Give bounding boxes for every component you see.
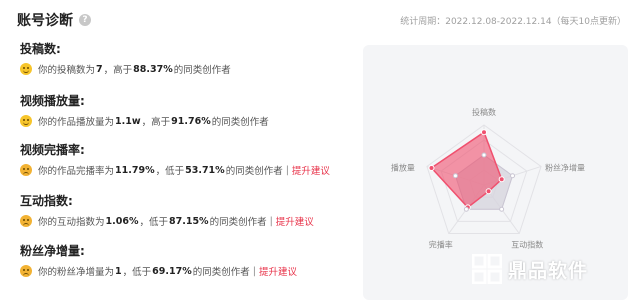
metric-name: 互动指数: (20, 194, 73, 208)
metric-name: 粉丝净增量: (20, 244, 85, 258)
metric-desc: 你的互动指数为 1.06% ，低于 87.15% 的同类创作者 | 提升建议 (20, 214, 314, 228)
metric-followers: 粉丝净增量: 你的粉丝净增量为 1 ，低于 69.17% 的同类创作者 | 提升建议 (20, 242, 297, 278)
metric-desc: 你的粉丝净增量为 1 ，低于 69.17% 的同类创作者 | 提升建议 (20, 264, 297, 278)
metric-value: 1.06% (105, 215, 139, 227)
desc-suffix: 的同类创作者 (211, 117, 269, 128)
sad-emoji-icon (20, 164, 32, 176)
desc-suffix: 的同类创作者 (225, 166, 283, 177)
improve-suggestion-link[interactable]: 提升建议 (259, 264, 297, 278)
help-icon[interactable]: ? (79, 14, 91, 26)
desc-compare: ，低于 (139, 217, 168, 228)
brand-name: 鼎品软件 (508, 259, 589, 282)
improve-suggestion-link[interactable]: 提升建议 (276, 214, 314, 228)
radar-peer-point (463, 206, 469, 212)
radar-user-point (481, 129, 487, 136)
separator: | (285, 164, 289, 176)
brand-watermark: 鼎品软件 (471, 253, 589, 285)
sad-emoji-icon (20, 215, 32, 227)
page-title-text: 账号诊断 (17, 13, 73, 29)
sad-emoji-icon (20, 265, 32, 277)
improve-suggestion-link[interactable]: 提升建议 (292, 163, 330, 177)
radar-user-point (428, 164, 435, 171)
radar-axis-label: 播放量 (391, 162, 415, 172)
desc-compare: ，高于 (141, 117, 171, 128)
happy-emoji-icon (20, 63, 32, 75)
desc-prefix: 你的粉丝净增量为 (38, 267, 115, 278)
metric-value: 7 (96, 63, 103, 75)
radar-user-point (498, 176, 505, 183)
metric-value: 1 (115, 265, 122, 277)
radar-axis-label: 完播率 (429, 240, 453, 250)
metric-posts: 投稿数: 你的投稿数为 7 ，高于 88.37% 的同类创作者 (20, 40, 231, 76)
desc-suffix: 的同类创作者 (209, 217, 267, 228)
desc-compare: ，低于 (155, 166, 185, 177)
radar-axis-label: 粉丝净增量 (545, 162, 585, 172)
radar-peer-point (481, 152, 487, 158)
radar-user-point (485, 188, 492, 195)
metric-interaction: 互动指数: 你的互动指数为 1.06% ，低于 87.15% 的同类创作者 | 提升建议 (20, 192, 314, 228)
happy-emoji-icon (20, 115, 32, 127)
metric-percentile: 88.37% (133, 63, 173, 75)
metric-value: 11.79% (115, 164, 155, 176)
metric-percentile: 69.17% (152, 265, 192, 277)
metric-views: 视频播放量: 你的作品播放量为 1.1w ，高于 91.76% 的同类创作者 (20, 92, 269, 128)
stat-period: 统计周期：2022.12.08-2022.12.14（每天10点更新） (400, 17, 626, 27)
radar-axis-label: 投稿数 (472, 107, 496, 117)
desc-suffix: 的同类创作者 (192, 267, 250, 278)
metric-percentile: 53.71% (185, 164, 225, 176)
metric-name: 投稿数: (20, 42, 61, 56)
desc-prefix: 你的投稿数为 (38, 65, 96, 76)
radar-peer-point (499, 206, 505, 212)
metric-percentile: 91.76% (171, 115, 211, 127)
desc-suffix: 的同类创作者 (173, 65, 231, 76)
metric-value: 1.1w (115, 115, 141, 127)
metric-desc: 你的作品完播率为 11.79% ，低于 53.71% 的同类创作者 | 提升建议 (20, 163, 330, 177)
radar-axis-label: 互动指数 (511, 240, 543, 250)
desc-prefix: 你的作品播放量为 (38, 117, 115, 128)
radar-peer-point (510, 173, 516, 179)
desc-compare: ，低于 (122, 267, 152, 278)
desc-compare: ，高于 (103, 65, 133, 76)
desc-prefix: 你的互动指数为 (38, 217, 105, 228)
metric-completion: 视频完播率: 你的作品完播率为 11.79% ，低于 53.71% 的同类创作者 | 提升建… (20, 141, 330, 177)
radar-peer-point (452, 173, 458, 179)
separator: | (252, 265, 256, 277)
metric-desc: 你的作品播放量为 1.1w ，高于 91.76% 的同类创作者 (20, 114, 269, 128)
page-title: 账号诊断 ? (17, 10, 91, 30)
metric-percentile: 87.15% (169, 215, 209, 227)
metric-name: 视频完播率: (20, 143, 85, 157)
desc-prefix: 你的作品完播率为 (38, 166, 115, 177)
metric-desc: 你的投稿数为 7 ，高于 88.37% 的同类创作者 (20, 62, 231, 76)
brand-logo-icon (471, 253, 503, 285)
separator: | (269, 215, 273, 227)
metric-name: 视频播放量: (20, 94, 85, 108)
